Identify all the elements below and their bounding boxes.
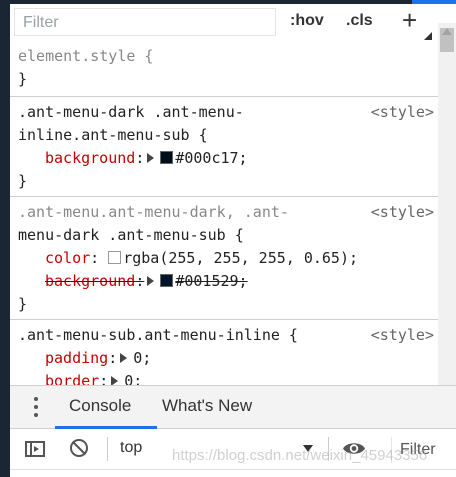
property-name[interactable]: border (45, 372, 99, 385)
rule-close-brace: } (18, 295, 28, 313)
rule-source-link[interactable]: <style> (371, 101, 434, 124)
property-name[interactable]: background (45, 272, 135, 290)
property-colon: : (135, 272, 145, 290)
rule-source-link[interactable]: <style> (371, 324, 434, 347)
declaration-background: background: #000c17; (18, 147, 438, 170)
tab-console[interactable]: Console (69, 396, 131, 416)
color-swatch-icon[interactable] (160, 274, 174, 287)
expand-triangle-icon[interactable] (147, 153, 155, 163)
declaration-padding: padding: 0; (18, 347, 438, 370)
show-console-sidebar-icon[interactable] (25, 441, 45, 457)
styles-scrollbar[interactable] (438, 23, 456, 385)
toolbar-divider (107, 437, 108, 461)
expand-triangle-icon[interactable] (147, 276, 155, 286)
property-value[interactable]: rgba(255, 255, 255, 0.65); (123, 249, 358, 267)
declaration-background-overridden: background: #001529; (18, 270, 438, 293)
javascript-context-select[interactable]: top (120, 439, 142, 457)
expand-triangle-icon[interactable] (111, 376, 119, 385)
property-value[interactable]: 0; (133, 349, 151, 367)
color-swatch-icon[interactable] (108, 251, 122, 264)
property-colon: : (135, 149, 145, 167)
rule-close-brace: } (18, 70, 28, 88)
rule-selector[interactable]: element.style { (18, 45, 438, 68)
drawer-tabbar: Console What's New (10, 385, 456, 429)
declaration-color: color: rgba(255, 255, 255, 0.65); (18, 247, 438, 270)
scroll-up-arrow-icon[interactable] (442, 28, 452, 35)
property-name[interactable]: padding (45, 349, 108, 367)
expand-triangle-icon[interactable] (120, 353, 128, 363)
rule-selector-line2[interactable]: menu-dark .ant-menu-sub { (18, 224, 438, 247)
rule-source-link[interactable]: <style> (371, 201, 434, 224)
new-style-rule-button[interactable]: + (402, 6, 417, 34)
rule-selector-line2[interactable]: inline.ant-menu-sub { (18, 124, 438, 147)
watermark-text: https://blog.csdn.net/weixin_45943356 (172, 447, 428, 464)
color-swatch-icon[interactable] (160, 151, 174, 164)
cls-toggle-button[interactable]: .cls (346, 12, 373, 30)
property-name[interactable]: background (45, 149, 135, 167)
left-window-edge (0, 0, 10, 477)
rule-ant-menu-dark-sub: <style> .ant-menu.ant-menu-dark, .ant- m… (10, 196, 438, 319)
rule-element-style: element.style { } (10, 42, 438, 96)
property-value[interactable]: #001529; (175, 272, 247, 290)
property-colon: : (108, 349, 118, 367)
property-value[interactable]: #000c17; (175, 149, 247, 167)
declaration-border: border: 0; (18, 370, 438, 385)
styles-filter-input[interactable]: Filter (14, 8, 276, 36)
styles-rules-list: element.style { } <style> .ant-menu-dark… (10, 42, 438, 385)
tab-whats-new[interactable]: What's New (162, 396, 252, 416)
styles-filter-placeholder: Filter (23, 14, 59, 31)
property-colon: : (99, 372, 109, 385)
rule-ant-menu-sub-inline: <style> .ant-menu-sub.ant-menu-inline { … (10, 319, 438, 385)
rule-menu-corner-icon[interactable] (424, 32, 432, 40)
property-value[interactable]: 0; (124, 372, 142, 385)
property-name[interactable]: color (45, 249, 90, 267)
hov-toggle-button[interactable]: :hov (290, 12, 324, 30)
styles-toolbar: Filter :hov .cls + (10, 4, 438, 42)
rule-ant-menu-dark-inline-sub: <style> .ant-menu-dark .ant-menu- inline… (10, 96, 438, 196)
rule-close-brace: } (18, 172, 28, 190)
more-tools-menu-icon[interactable] (34, 397, 38, 421)
property-colon: : (90, 249, 100, 267)
clear-console-icon[interactable] (70, 439, 88, 457)
